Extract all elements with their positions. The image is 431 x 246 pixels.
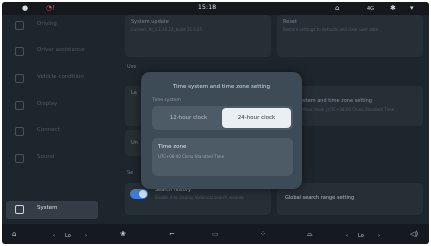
sidebar-item-sound[interactable]: Sound <box>6 150 98 168</box>
sidebar-item-label: Display <box>37 101 58 107</box>
assist-icon <box>15 47 24 56</box>
account-icon[interactable]: ● <box>22 4 28 13</box>
reset-title: Reset <box>283 19 297 25</box>
global-search-title: Global search range setting <box>285 195 355 201</box>
car-display: ● ◔! 15:18 ⌂ 4G ✱ ▾ Driving Driver assis… <box>2 2 429 244</box>
time-setting-dialog: Time system and time zone setting Time s… <box>141 72 302 189</box>
time-system-selector: 12-hour clock 24-hour clock <box>152 106 293 130</box>
wifi-icon: ▾ <box>410 4 414 12</box>
time-zone-value: UTC+08:00 China Standard Time <box>158 154 225 159</box>
display-icon <box>15 101 24 110</box>
vehicle-icon <box>15 74 24 83</box>
screen: ● ◔! 15:18 ⌂ 4G ✱ ▾ Driving Driver assis… <box>0 0 431 246</box>
car-icon <box>15 21 24 30</box>
sidebar-item-connect[interactable]: Connect <box>6 123 98 141</box>
sidebar-item-label: Vehicle condition <box>37 74 84 80</box>
alert-icon[interactable]: ◔! <box>46 4 55 13</box>
option-24-hour[interactable]: 24-hour clock <box>222 108 291 128</box>
time-zone-card-title: System and time zone setting <box>297 98 372 104</box>
seat-icon[interactable]: ⌐ <box>169 229 175 239</box>
bluetooth-icon: ✱ <box>390 4 396 12</box>
sidebar-item-label: Sound <box>37 154 55 160</box>
sound-icon <box>15 154 24 163</box>
option-12-hour[interactable]: 12-hour clock <box>154 108 223 128</box>
fan-icon[interactable]: ❀ <box>120 229 126 239</box>
lo-card-title: La <box>131 90 137 96</box>
reset-card[interactable]: Reset Restore settings to defaults and c… <box>277 15 423 57</box>
sidebar-item-label: Driving <box>37 21 57 27</box>
settings-sidebar: Driving Driver assistance Vehicle condit… <box>2 16 102 223</box>
home-icon: ⌂ <box>335 4 340 12</box>
section-search-heading: Se <box>127 170 134 176</box>
right-temp-down-icon[interactable]: ‹ <box>346 231 348 241</box>
gear-icon <box>15 205 24 214</box>
status-bar: ● ◔! 15:18 ⌂ 4G ✱ ▾ <box>2 2 429 15</box>
system-update-title: System update <box>131 19 169 25</box>
sidebar-item-vehicle-condition[interactable]: Vehicle condition <box>6 70 98 88</box>
search-history-toggle[interactable] <box>130 189 148 199</box>
right-temp-value: Lo <box>358 233 364 239</box>
system-update-card[interactable]: System update Current: AI_3.1.15.24_buil… <box>125 15 271 57</box>
reset-description: Restore settings to defaults and clear u… <box>283 27 379 32</box>
un-card-title: Un <box>131 140 138 146</box>
sidebar-item-label: Driver assistance <box>37 47 85 53</box>
search-history-description: Enable it to display historical search r… <box>155 195 244 200</box>
sidebar-item-system[interactable]: System <box>6 201 98 219</box>
home-button-icon[interactable]: ⌂ <box>12 229 16 239</box>
sidebar-item-driver-assistance[interactable]: Driver assistance <box>6 43 98 61</box>
connect-icon <box>15 127 24 136</box>
sidebar-item-display[interactable]: Display <box>6 97 98 115</box>
left-temp-value: Lo <box>65 233 71 239</box>
bottom-bar: ⌂ ‹ Lo › ❀ ⌐ ▭ ⁘ ⌓ ‹ Lo › ◁) <box>2 224 429 244</box>
sidebar-item-driving[interactable]: Driving <box>6 17 98 35</box>
apps-icon[interactable]: ⁘ <box>260 229 266 239</box>
dialog-title: Time system and time zone setting <box>172 84 271 90</box>
right-temp-up-icon[interactable]: › <box>378 231 380 241</box>
sidebar-item-label: Connect <box>37 127 60 133</box>
defrost-icon[interactable]: ▭ <box>212 229 219 239</box>
global-search-range-card[interactable]: Global search range setting <box>277 183 423 215</box>
clock: 15:18 <box>198 4 217 11</box>
time-zone-field[interactable]: Time zone UTC+08:00 China Standard Time <box>152 138 293 176</box>
section-use-heading: Use <box>127 64 137 70</box>
volume-icon[interactable]: ◁) <box>410 229 418 239</box>
left-temp-up-icon[interactable]: › <box>85 231 87 241</box>
car-climate-icon[interactable]: ⌓ <box>307 229 313 239</box>
network-icon: 4G <box>367 6 375 12</box>
sidebar-item-label: System <box>37 205 58 211</box>
time-system-label: Time system <box>152 98 181 103</box>
time-zone-card-summary: 24-hour clock | UTC+08:00 China Standard… <box>297 107 395 112</box>
left-temp-down-icon[interactable]: ‹ <box>53 231 55 241</box>
system-update-version: Current: AI_3.1.15.24_build 15.5.25 <box>131 27 203 32</box>
time-zone-label: Time zone <box>158 144 187 150</box>
